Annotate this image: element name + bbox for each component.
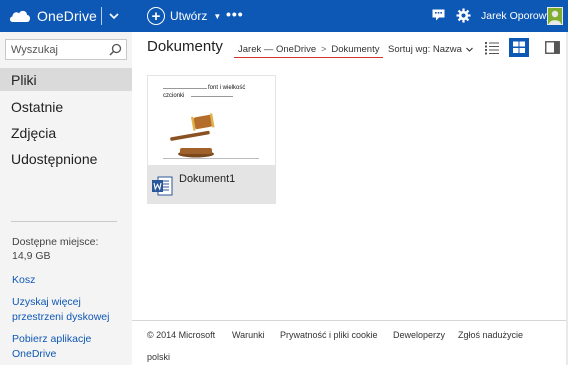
chevron-down-icon[interactable] xyxy=(107,9,121,23)
sidebar-item-files[interactable]: Pliki xyxy=(0,68,132,91)
sidebar-item-recent[interactable]: Ostatnie xyxy=(0,95,132,118)
gear-icon[interactable] xyxy=(456,8,471,23)
plus-icon: + xyxy=(147,7,165,25)
file-tile[interactable]: font i wielkość czcionki Dokument1 xyxy=(147,75,276,204)
page-title: Dokumenty xyxy=(147,38,223,55)
search-box[interactable] xyxy=(5,39,127,60)
file-name[interactable]: Dokument1 xyxy=(179,173,235,185)
thumb-text-line xyxy=(163,88,207,89)
search-icon[interactable] xyxy=(109,43,122,56)
sidebar-item-shared[interactable]: Udostępnione xyxy=(0,147,132,170)
breadcrumb-item[interactable]: Dokumenty xyxy=(331,44,379,55)
file-thumbnail: font i wielkość czcionki xyxy=(147,75,276,166)
thumb-text-line xyxy=(163,158,259,159)
onedrive-logo[interactable]: OneDrive xyxy=(8,0,97,32)
sort-dropdown[interactable]: Sortuj wg: Nazwa xyxy=(388,44,474,55)
recycle-bin-link[interactable]: Kosz xyxy=(12,273,130,288)
storage-value: 14,9 GB xyxy=(12,250,51,262)
brand-divider xyxy=(101,7,102,25)
get-more-storage-link[interactable]: Uzyskaj więcej przestrzeni dyskowej xyxy=(12,295,130,325)
top-bar: OneDrive + Utwórz ▼ ••• Jarek Oporowy xyxy=(0,0,568,32)
thumb-text: font i wielkość xyxy=(208,85,246,91)
language-selector[interactable]: polski xyxy=(147,352,170,362)
tiles-view-icon xyxy=(513,41,525,53)
user-name[interactable]: Jarek Oporowy xyxy=(481,10,552,22)
sidebar-divider xyxy=(11,221,117,222)
sidebar: Pliki Ostatnie Zdjęcia Udostępnione Dost… xyxy=(0,32,132,365)
more-button[interactable]: ••• xyxy=(226,6,244,22)
cloud-icon xyxy=(9,10,31,22)
search-input[interactable] xyxy=(6,40,106,59)
breadcrumb-item[interactable]: Jarek — OneDrive xyxy=(238,44,316,55)
brand-name: OneDrive xyxy=(37,8,97,24)
sort-label: Sortuj wg: Nazwa xyxy=(388,44,462,55)
chevron-down-icon xyxy=(466,47,473,52)
footer-link-developers[interactable]: Deweloperzy xyxy=(393,330,445,340)
details-pane-icon[interactable] xyxy=(545,41,560,54)
file-tile-footer: Dokument1 xyxy=(147,166,276,204)
thumb-text: czcionki xyxy=(163,93,185,99)
footer-link-privacy[interactable]: Prywatność i pliki cookie xyxy=(280,330,378,340)
word-document-icon xyxy=(152,176,173,196)
thumb-text-line xyxy=(191,96,233,97)
storage-label: Dostępne miejsce: xyxy=(12,236,99,248)
sidebar-item-photos[interactable]: Zdjęcia xyxy=(0,121,132,144)
avatar[interactable] xyxy=(547,7,563,25)
create-label: Utwórz xyxy=(170,9,208,23)
footer-link-report-abuse[interactable]: Zgłoś nadużycie xyxy=(458,330,523,340)
footer-divider xyxy=(132,320,568,321)
breadcrumb: Jarek — OneDrive > Dokumenty xyxy=(234,41,384,58)
gavel-icon xyxy=(170,113,215,158)
create-button[interactable]: + Utwórz ▼ xyxy=(147,6,221,26)
footer-link-terms[interactable]: Warunki xyxy=(232,330,265,340)
chevron-down-icon: ▼ xyxy=(213,11,222,21)
notifications-icon[interactable] xyxy=(432,9,445,21)
get-apps-link[interactable]: Pobierz aplikacje OneDrive xyxy=(12,332,130,362)
user-silhouette-icon xyxy=(549,10,561,24)
breadcrumb-separator: > xyxy=(321,44,327,54)
list-view-icon[interactable] xyxy=(485,41,499,55)
tiles-view-button[interactable] xyxy=(509,38,529,57)
copyright-text: © 2014 Microsoft xyxy=(147,330,216,340)
